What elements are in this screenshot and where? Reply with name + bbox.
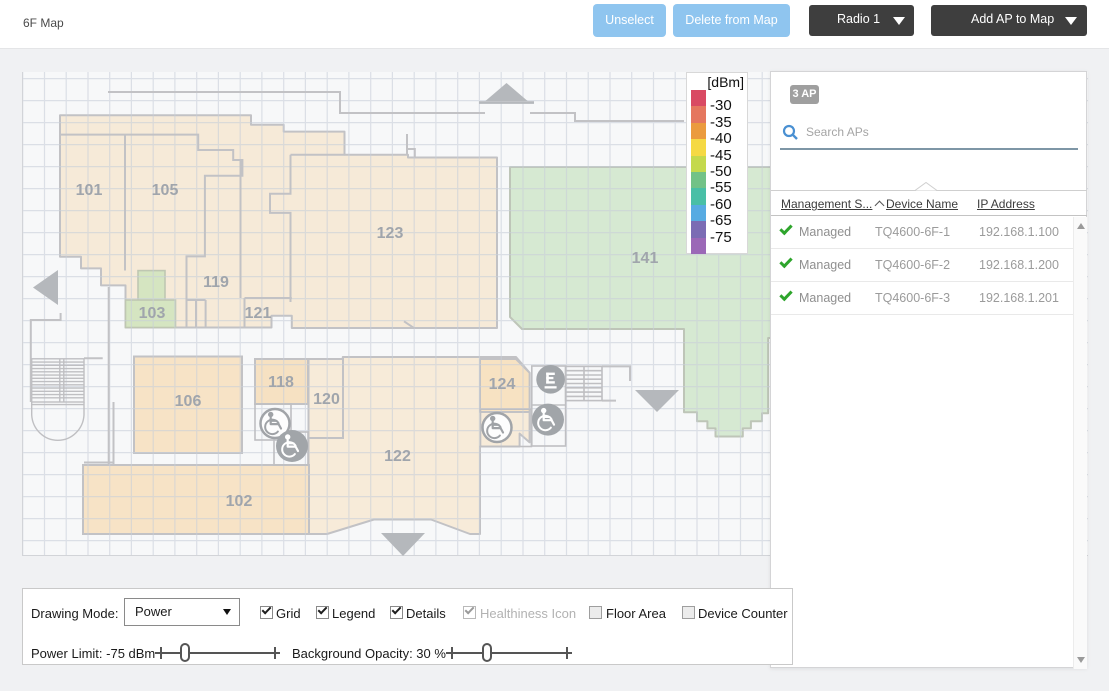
- svg-text:120: 120: [313, 391, 340, 408]
- svg-text:105: 105: [152, 182, 179, 199]
- svg-text:103: 103: [139, 305, 166, 322]
- svg-text:141: 141: [632, 250, 659, 267]
- svg-text:106: 106: [175, 393, 202, 410]
- svg-text:122: 122: [384, 448, 411, 465]
- svg-text:101: 101: [76, 182, 103, 199]
- svg-text:119: 119: [203, 274, 229, 291]
- svg-text:124: 124: [489, 376, 516, 393]
- svg-text:102: 102: [226, 493, 253, 510]
- svg-text:121: 121: [245, 305, 272, 322]
- svg-text:123: 123: [377, 225, 404, 242]
- svg-text:118: 118: [268, 374, 294, 391]
